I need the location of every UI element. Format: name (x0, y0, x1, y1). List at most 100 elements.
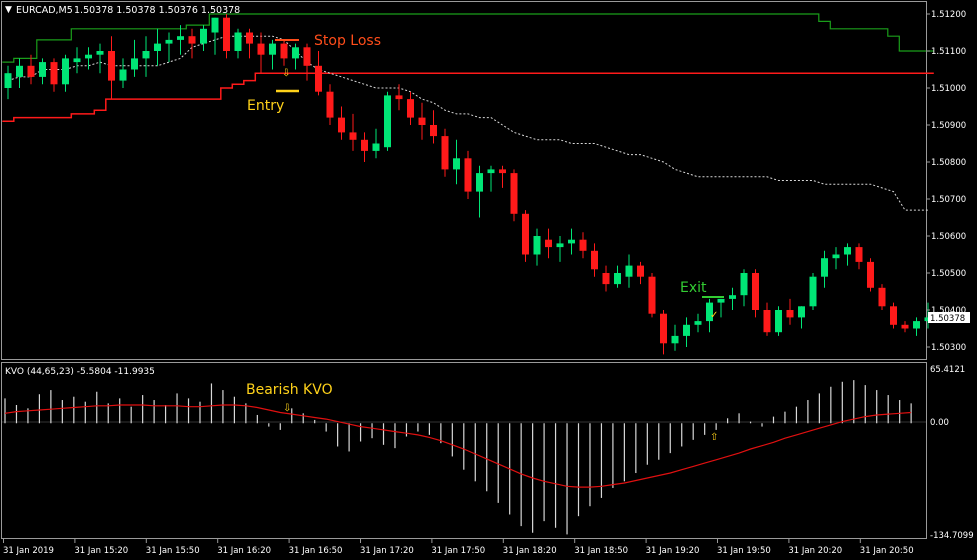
candle-body (660, 313, 667, 344)
price-tick-label: 1.50700 (931, 195, 966, 205)
candle-body (913, 321, 920, 329)
candle-body (142, 51, 150, 59)
trading-chart[interactable]: 1.51200 1.51100 1.51000 1.50900 1.50800 1.507… (0, 0, 977, 560)
candle-body (568, 239, 575, 244)
candle-body (211, 17, 219, 33)
candle-body (154, 43, 161, 51)
time-tick-label: 31 Jan 2019 (3, 546, 54, 556)
exit-label: Exit (680, 280, 707, 296)
candle-body (407, 99, 414, 118)
time-tick-label: 31 Jan 15:50 (146, 546, 200, 556)
candle-body (740, 273, 748, 296)
candle-body (257, 43, 265, 55)
price-tick-label: 1.50800 (931, 158, 966, 168)
candle-body (878, 287, 886, 307)
candle-body (614, 273, 621, 285)
time-tick-label: 31 Jan 19:20 (646, 546, 700, 556)
candle-body (648, 276, 656, 314)
candle-body (694, 321, 702, 325)
chart-menu-arrow-icon[interactable]: ▼ (5, 5, 12, 15)
price-tick-label: 1.50900 (931, 121, 966, 131)
candle-body (223, 17, 230, 51)
candle-body (798, 306, 805, 318)
candle-body (85, 54, 92, 59)
candle-body (372, 143, 380, 151)
candle-body (832, 254, 840, 259)
candle-body (280, 43, 288, 59)
candle-body (752, 273, 759, 310)
sell-arrow-icon: ⇩ (282, 68, 290, 79)
time-tick-label: 31 Jan 17:50 (431, 546, 485, 556)
candle-body (338, 117, 345, 133)
candle-body (671, 335, 679, 344)
candle-body (292, 47, 299, 59)
candle-body (533, 236, 541, 255)
ohlc-label: 1.50378 1.50378 1.50376 1.50378 (74, 5, 240, 16)
candle-body (361, 139, 368, 151)
candle-body (844, 247, 851, 255)
candle-body (821, 258, 828, 277)
candle-body (855, 247, 863, 262)
candle-body (246, 32, 253, 44)
candle-body (637, 265, 644, 277)
candle-body (73, 58, 81, 63)
candle-body (775, 310, 782, 333)
stop-loss-label: Stop Loss (314, 33, 381, 49)
candle-body (303, 47, 311, 66)
bearish-kvo-label: Bearish KVO (246, 382, 333, 398)
candle-body (39, 62, 46, 77)
candle-body (602, 273, 610, 285)
candle-body (165, 39, 173, 44)
time-tick-label: 31 Jan 20:20 (788, 546, 842, 556)
candle-body (441, 136, 449, 170)
price-tick-label: 1.51200 (931, 10, 966, 20)
candle-body (763, 310, 771, 333)
time-axis: 31 Jan 2019 31 Jan 15:20 31 Jan 15:50 31 Ja… (3, 538, 914, 556)
candle-body (901, 324, 909, 329)
candle-body (430, 125, 437, 137)
candle-body (349, 132, 357, 140)
candle-body (786, 310, 794, 318)
candle-body (729, 295, 736, 299)
candle-body (890, 306, 897, 325)
candle-body (867, 261, 874, 288)
candle-body (234, 32, 242, 51)
candle-body (476, 173, 483, 192)
candle-body (96, 51, 104, 55)
kvo-down-arrow-icon: ⇩ (283, 403, 291, 414)
price-tick-label: 1.50300 (931, 343, 966, 353)
time-tick-label: 31 Jan 18:50 (574, 546, 628, 556)
time-tick-label: 31 Jan 16:20 (217, 546, 271, 556)
kvo-zero-label: 0.00 (930, 418, 949, 428)
candle-body (269, 43, 276, 55)
price-tick-label: 1.50500 (931, 269, 966, 279)
candle-body (579, 239, 587, 251)
kvo-label: KVO (44,65,23) -5.5804 -11.9935 (5, 367, 155, 377)
candle-body (453, 158, 460, 170)
time-tick-label: 31 Jan 18:20 (503, 546, 557, 556)
candle-body (418, 117, 426, 125)
candle-body (315, 65, 322, 92)
time-tick-label: 31 Jan 16:50 (289, 546, 343, 556)
candle-body (50, 62, 58, 85)
time-tick-label: 31 Jan 15:20 (74, 546, 128, 556)
kvo-max-label: 65.4121 (930, 365, 965, 375)
time-tick-label: 31 Jan 19:50 (717, 546, 771, 556)
candle-body (27, 65, 35, 77)
kvo-up-arrow-icon: ⇧ (710, 432, 718, 443)
time-tick-label: 31 Jan 17:20 (360, 546, 414, 556)
candle-body (4, 73, 12, 88)
candle-body (522, 213, 529, 255)
entry-label: Entry (247, 98, 284, 114)
candle-body (131, 58, 138, 70)
candle-body (545, 239, 552, 248)
candle-body (625, 265, 633, 277)
price-tick-label: 1.51000 (931, 84, 966, 94)
candle-body (326, 91, 334, 118)
candle-body (62, 58, 69, 85)
price-tick-label: 1.50600 (931, 232, 966, 242)
candle-body (16, 65, 23, 77)
candle-body (556, 243, 564, 248)
price-axis: 1.51200 1.51100 1.51000 1.50900 1.50800 1.507… (926, 10, 966, 353)
candle-body (464, 158, 472, 192)
